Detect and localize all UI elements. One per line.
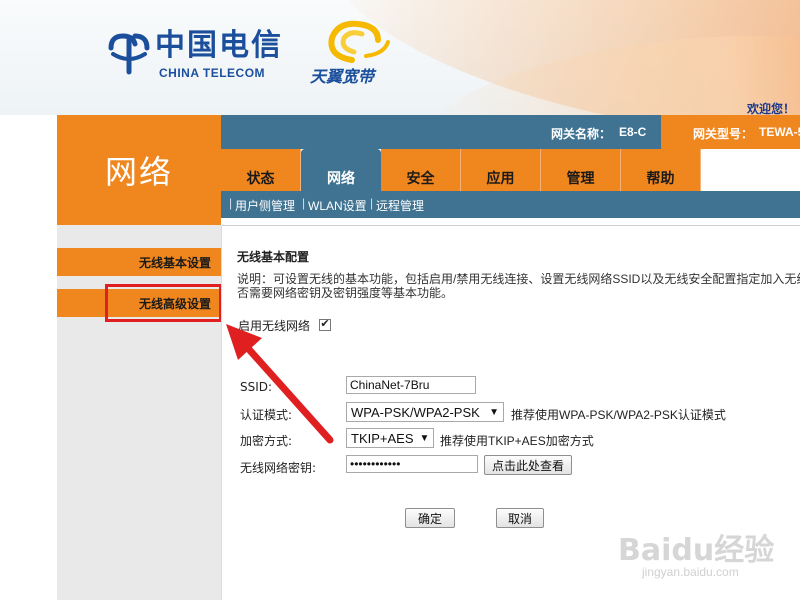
- section-title: 无线基本配置: [237, 250, 310, 264]
- gateway-name-value: E8-C: [619, 125, 647, 139]
- chevron-down-icon: ▼: [489, 406, 499, 418]
- sub-navigation: | 用户侧管理 | WLAN设置 | 远程管理: [221, 191, 800, 218]
- gateway-model-value: TEWA-5: [759, 125, 800, 139]
- tianyi-broadband-text: 天翼宽带: [310, 69, 375, 86]
- chevron-down-icon: ▼: [419, 432, 430, 444]
- tab-help[interactable]: 帮助: [621, 149, 701, 191]
- china-telecom-en: CHINA TELECOM: [159, 66, 266, 80]
- tab-status[interactable]: 状态: [221, 149, 301, 191]
- welcome-text: 欢迎您！: [747, 102, 796, 115]
- description-text: 说明：可设置无线的基本功能，包括启用/禁用无线连接、设置无线网络SSID以及无线…: [237, 272, 800, 300]
- wireless-key-input[interactable]: ••••••••••••: [346, 455, 478, 473]
- tab-security[interactable]: 安全: [381, 149, 461, 191]
- subnav-item-wlan-settings[interactable]: WLAN设置: [308, 197, 367, 214]
- main-tabs: 状态 网络 安全 应用 管理 帮助: [221, 149, 800, 191]
- page-title: 网络: [105, 153, 174, 191]
- sidebar-item-wireless-advanced[interactable]: 无线高级设置: [57, 289, 221, 317]
- gateway-info-bar: 网关名称： E8-C 网关型号： TEWA-5: [221, 115, 800, 149]
- annotation-arrow-icon: [226, 324, 334, 444]
- gateway-name-label: 网关名称：: [551, 127, 612, 141]
- watermark-url: jingyan.baidu.com: [642, 565, 739, 579]
- description-line-2: 否需要网络密钥及密钥强度等基本功能。: [237, 286, 454, 300]
- tianyi-swirl-icon: [328, 20, 390, 63]
- tab-management[interactable]: 管理: [541, 149, 621, 191]
- sidebar-item-wireless-basic[interactable]: 无线基本设置: [57, 248, 221, 276]
- auth-mode-select[interactable]: WPA-PSK/WPA2-PSK ▼: [346, 402, 504, 422]
- ssid-input[interactable]: ChinaNet-7Bru: [346, 376, 476, 394]
- china-telecom-emblem-icon: [108, 33, 150, 75]
- encryption-value: TKIP+AES: [351, 430, 414, 446]
- subnav-separator: |: [229, 196, 233, 210]
- sidebar: 无线基本设置 无线高级设置: [57, 225, 221, 600]
- cancel-button[interactable]: 取消: [496, 508, 544, 528]
- ok-button[interactable]: 确定: [405, 508, 455, 528]
- china-telecom-cn: 中国电信: [155, 28, 283, 63]
- auth-mode-hint: 推荐使用WPA-PSK/WPA2-PSK认证模式: [511, 408, 726, 422]
- gateway-model-label: 网关型号：: [693, 127, 754, 141]
- subnav-separator: |: [302, 196, 306, 210]
- header-banner: 中国电信 CHINA TELECOM 天翼宽带 欢迎您！: [0, 0, 800, 115]
- encryption-hint: 推荐使用TKIP+AES加密方式: [440, 434, 594, 448]
- tab-network[interactable]: 网络: [301, 149, 381, 191]
- subnav-item-remote-management[interactable]: 远程管理: [376, 197, 424, 214]
- wireless-key-label: 无线网络密钥:: [240, 461, 317, 475]
- description-line-1: 说明：可设置无线的基本功能，包括启用/禁用无线连接、设置无线网络SSID以及无线…: [237, 272, 800, 286]
- auth-mode-value: WPA-PSK/WPA2-PSK: [351, 404, 480, 420]
- content-divider: [221, 225, 800, 226]
- subnav-item-lan-management[interactable]: 用户侧管理: [235, 197, 295, 214]
- watermark-brand: Baidu经验: [618, 533, 775, 568]
- baidu-watermark: Baidu经验 jingyan.baidu.com: [612, 515, 775, 585]
- encryption-select[interactable]: TKIP+AES ▼: [346, 428, 434, 448]
- page-title-box: 网络: [57, 115, 221, 225]
- tab-application[interactable]: 应用: [461, 149, 541, 191]
- subnav-separator: |: [370, 196, 374, 210]
- view-key-button[interactable]: 点击此处查看: [484, 455, 572, 475]
